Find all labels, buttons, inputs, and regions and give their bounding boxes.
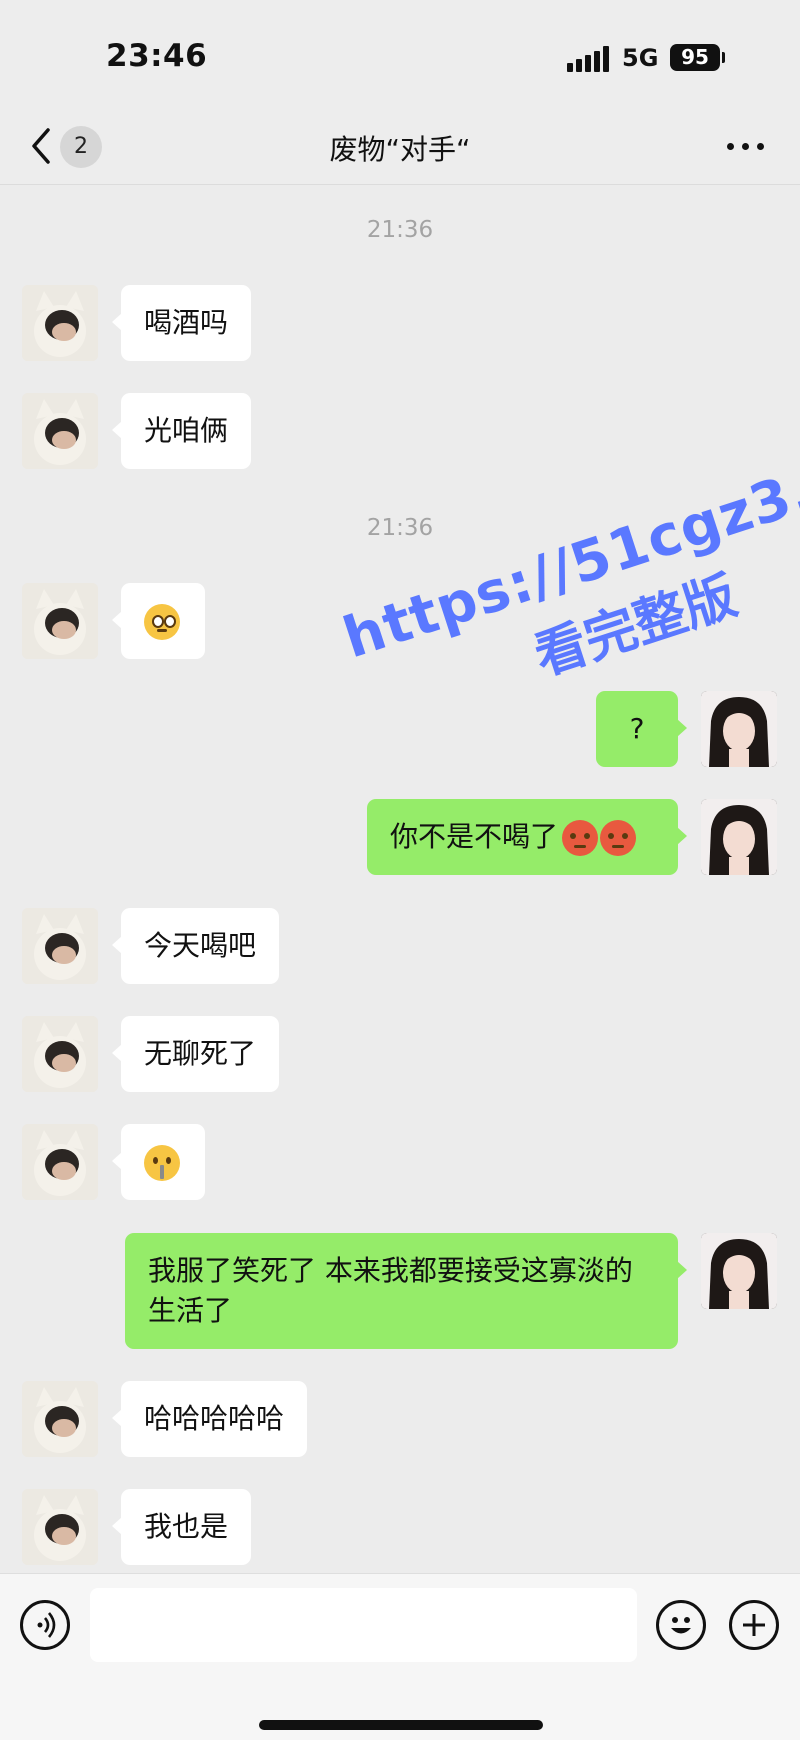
outgoing-message[interactable]: 我服了笑死了 本来我都要接受这寡淡的生活了	[125, 1233, 687, 1349]
more-options-icon[interactable]	[727, 138, 767, 154]
home-indicator[interactable]	[259, 1720, 543, 1730]
angry-face-icon	[562, 820, 599, 856]
contact-avatar[interactable]	[22, 1016, 98, 1092]
contact-avatar[interactable]	[22, 393, 98, 469]
voice-icon[interactable]	[20, 1600, 70, 1650]
contact-avatar[interactable]	[22, 1489, 98, 1565]
status-bar: 23:46 5G 95	[0, 0, 800, 110]
chat-header: 2 废物“对手“	[0, 110, 800, 185]
incoming-message[interactable]	[112, 1124, 205, 1200]
battery-icon: 95	[670, 44, 720, 71]
emoji-icon[interactable]	[656, 1600, 706, 1650]
plus-icon[interactable]	[729, 1600, 779, 1650]
incoming-message[interactable]: 我也是	[111, 1489, 252, 1565]
contact-avatar[interactable]	[22, 908, 98, 984]
angry-face-icon	[600, 820, 637, 856]
contact-avatar[interactable]	[22, 583, 98, 659]
network-type: 5G	[622, 44, 659, 72]
contact-avatar[interactable]	[22, 1381, 98, 1457]
outgoing-message[interactable]: ?	[596, 691, 687, 767]
incoming-message[interactable]: 哈哈哈哈哈	[111, 1381, 308, 1457]
contact-avatar[interactable]	[22, 1124, 98, 1200]
message-input[interactable]	[90, 1588, 637, 1662]
incoming-message[interactable]: 今天喝吧	[111, 908, 280, 984]
signal-icon	[567, 46, 609, 72]
contact-avatar[interactable]	[22, 285, 98, 361]
my-avatar[interactable]	[701, 799, 777, 875]
timestamp: 21:36	[366, 515, 434, 541]
incoming-message[interactable]	[112, 583, 205, 659]
zipper-mouth-face-icon	[144, 1145, 180, 1181]
status-time: 23:46	[106, 38, 208, 74]
incoming-message[interactable]: 光咱俩	[111, 393, 252, 469]
outgoing-message-text: 你不是不喝了	[390, 820, 559, 853]
message-list[interactable]: 21:36 喝酒吗 光咱俩 21:36 ? 你不是不喝了 今天喝吧 无聊死了 我…	[0, 185, 800, 1573]
timestamp: 21:36	[366, 217, 434, 243]
pleading-face-icon	[144, 604, 180, 640]
my-avatar[interactable]	[701, 691, 777, 767]
incoming-message[interactable]: 喝酒吗	[111, 285, 252, 361]
chat-title: 废物“对手“	[329, 133, 471, 166]
incoming-message[interactable]: 无聊死了	[111, 1016, 280, 1092]
input-bar	[0, 1573, 800, 1740]
battery-tip	[722, 52, 725, 63]
my-avatar[interactable]	[701, 1233, 777, 1309]
outgoing-message[interactable]: 你不是不喝了	[367, 799, 687, 875]
